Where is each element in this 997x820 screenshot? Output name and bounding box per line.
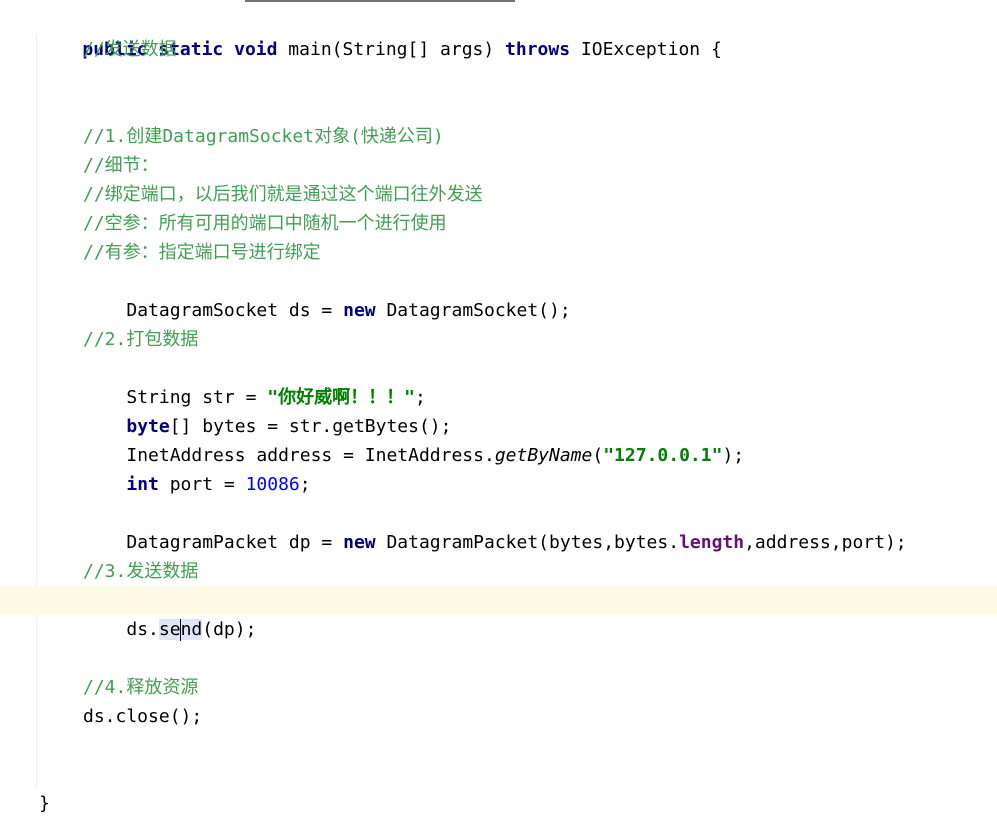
method-name-params: main(String[] args) xyxy=(277,39,506,60)
code-line-close-call[interactable]: ds.close(); xyxy=(83,702,202,731)
code-line-method-signature[interactable]: public static void main(String[] args) t… xyxy=(39,6,721,60)
previous-line-fragment xyxy=(245,0,515,2)
identifier-highlight-send: send xyxy=(158,619,203,641)
keyword-new: new xyxy=(343,300,376,321)
send-prefix: ds. xyxy=(126,619,159,640)
socket-rhs: DatagramSocket(); xyxy=(375,300,571,321)
indent-guide xyxy=(36,34,37,788)
keyword-new: new xyxy=(343,532,376,553)
code-editor[interactable]: public static void main(String[] args) t… xyxy=(0,0,997,820)
send-args: (dp); xyxy=(202,619,257,640)
comment-send-data[interactable]: //发送数据 xyxy=(83,35,177,64)
packet-lhs: DatagramPacket dp = xyxy=(126,532,344,553)
socket-lhs: DatagramSocket ds = xyxy=(126,300,344,321)
packet-args-start: DatagramPacket(bytes,bytes. xyxy=(375,532,680,553)
code-line-address-declaration[interactable]: InetAddress address = InetAddress.getByN… xyxy=(83,412,744,466)
string-literal-ip: "127.0.0.1" xyxy=(603,445,723,466)
packet-args-end: ,address,port); xyxy=(744,532,907,553)
field-length: length xyxy=(679,532,745,553)
comment-step-2[interactable]: //2.打包数据 xyxy=(83,325,198,354)
comment-step-4[interactable]: //4.释放资源 xyxy=(83,673,198,702)
comment-bind-port[interactable]: //绑定端口，以后我们就是通过这个端口往外发送 xyxy=(83,180,483,209)
number-literal-port: 10086 xyxy=(245,474,300,495)
code-line-send-call[interactable]: ds.send(dp); xyxy=(83,586,256,641)
comment-step-1[interactable]: //1.创建DatagramSocket对象(快递公司) xyxy=(83,122,444,151)
keyword-void: void xyxy=(234,39,278,60)
comment-detail[interactable]: //细节： xyxy=(83,151,159,180)
static-method-getbyname: getByName xyxy=(494,445,593,466)
send-method-part-1: se xyxy=(158,619,181,640)
port-middle: port = xyxy=(158,474,246,495)
keyword-throws: throws xyxy=(505,39,571,60)
statement-end: ; xyxy=(299,474,311,495)
keyword-int: int xyxy=(126,474,159,495)
code-line-packet-declaration[interactable]: DatagramPacket dp = new DatagramPacket(b… xyxy=(83,499,906,553)
code-line-bytes-declaration[interactable]: byte[] bytes = str.getBytes(); xyxy=(83,383,451,437)
exception-type: IOException { xyxy=(570,39,722,60)
comment-with-param[interactable]: //有参：指定端口号进行绑定 xyxy=(83,238,321,267)
comment-empty-param[interactable]: //空参：所有可用的端口中随机一个进行使用 xyxy=(83,209,447,238)
send-method-part-2: nd xyxy=(180,619,203,640)
closing-brace[interactable]: } xyxy=(39,789,50,818)
code-line-socket-declaration[interactable]: DatagramSocket ds = new DatagramSocket()… xyxy=(83,267,570,321)
open-paren: ( xyxy=(592,445,604,466)
close-paren: ); xyxy=(722,445,745,466)
comment-step-3[interactable]: //3.发送数据 xyxy=(83,557,198,586)
code-line-port-declaration[interactable]: int port = 10086; xyxy=(83,441,310,495)
code-line-string-declaration[interactable]: String str = "你好威啊！！！"; xyxy=(83,354,425,408)
